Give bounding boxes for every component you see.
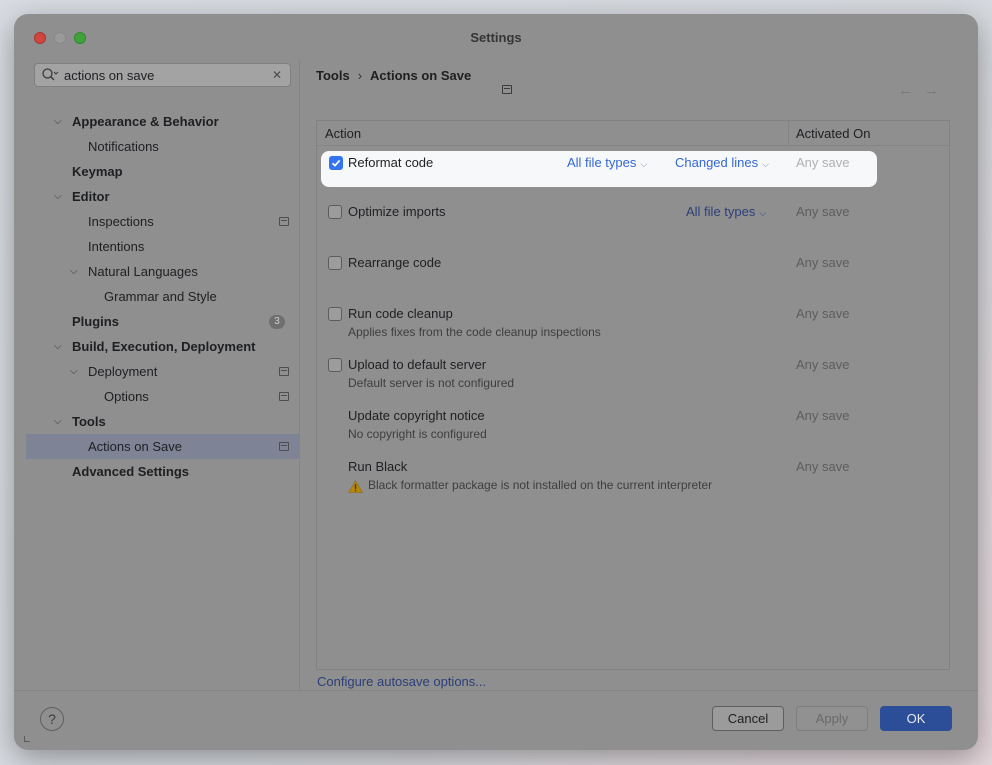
project-settings-icon xyxy=(279,392,289,401)
update-copyright-label: Update copyright notice xyxy=(348,408,485,423)
run-code-cleanup-label: Run code cleanup xyxy=(348,306,453,321)
reformat-file-types-dropdown[interactable]: All file types ⌵ xyxy=(567,155,647,170)
run-code-cleanup-description: Applies fixes from the code cleanup insp… xyxy=(348,325,601,339)
column-divider[interactable] xyxy=(788,121,789,146)
breadcrumb: Tools › Actions on Save xyxy=(316,68,471,83)
warning-icon xyxy=(348,480,363,493)
plugins-count-badge: 3 xyxy=(269,315,285,329)
column-header-action[interactable]: Action xyxy=(325,126,361,141)
run-code-cleanup-checkbox[interactable] xyxy=(328,307,342,321)
settings-window: Settings actions on save ✕ ⌵ Appearance … xyxy=(14,14,978,750)
sidebar-item-notifications[interactable]: Notifications xyxy=(26,134,299,159)
run-black-label: Run Black xyxy=(348,459,408,474)
resize-handle[interactable] xyxy=(24,736,30,742)
cancel-button[interactable]: Cancel xyxy=(712,706,784,731)
sidebar-item-deployment[interactable]: ⌵ Deployment xyxy=(26,359,299,384)
apply-button[interactable]: Apply xyxy=(796,706,868,731)
upload-default-server-description: Default server is not configured xyxy=(348,376,515,390)
activated-on-value[interactable]: Any save xyxy=(796,408,849,423)
sidebar-item-build-execution-deployment[interactable]: ⌵ Build, Execution, Deployment xyxy=(26,334,299,359)
rearrange-code-checkbox[interactable] xyxy=(328,256,342,270)
search-icon xyxy=(42,68,59,81)
breadcrumb-tools[interactable]: Tools xyxy=(316,68,350,83)
chevron-down-icon: ⌵ xyxy=(759,208,767,218)
actions-table: Action Activated On Reformat code All fi… xyxy=(316,120,950,670)
sidebar-item-keymap[interactable]: Keymap xyxy=(26,159,299,184)
settings-content: Tools › Actions on Save ← → Action Activat… xyxy=(300,60,978,690)
upload-default-server-checkbox[interactable] xyxy=(328,358,342,372)
project-settings-icon xyxy=(279,217,289,226)
window-title: Settings xyxy=(470,30,522,45)
table-row-upload-default-server[interactable]: Upload to default server Default server … xyxy=(317,349,949,400)
table-row-optimize-imports[interactable]: Optimize imports All file types ⌵ Any sav… xyxy=(317,196,949,247)
table-row-run-black[interactable]: Run Black Black formatter package is not… xyxy=(317,451,949,502)
activated-on-value[interactable]: Any save xyxy=(796,357,849,372)
sidebar-item-grammar-style[interactable]: Grammar and Style xyxy=(26,284,299,309)
sidebar-item-intentions[interactable]: Intentions xyxy=(26,234,299,259)
rearrange-code-label: Rearrange code xyxy=(348,255,442,270)
chevron-down-icon[interactable]: ⌵ xyxy=(70,359,82,384)
activated-on-value[interactable]: Any save xyxy=(796,255,849,270)
sidebar-item-options[interactable]: Options xyxy=(26,384,299,409)
sidebar-item-editor[interactable]: ⌵ Editor xyxy=(26,184,299,209)
table-row-rearrange-code[interactable]: Rearrange code Any save xyxy=(317,247,949,298)
sidebar-item-appearance-behavior[interactable]: ⌵ Appearance & Behavior xyxy=(26,109,299,134)
chevron-down-icon: ⌵ xyxy=(640,159,648,169)
back-arrow-icon[interactable]: ← xyxy=(898,82,913,99)
sidebar-item-tools[interactable]: ⌵ Tools xyxy=(26,409,299,434)
table-row-reformat-code[interactable]: Reformat code All file types ⌵ Changed li… xyxy=(321,151,877,187)
sidebar-item-actions-on-save[interactable]: Actions on Save xyxy=(26,434,299,459)
chevron-down-icon[interactable]: ⌵ xyxy=(54,409,66,434)
run-black-description: Black formatter package is not installed… xyxy=(368,478,713,492)
ok-button[interactable]: OK xyxy=(880,706,952,731)
project-settings-icon xyxy=(279,442,289,451)
upload-default-server-label: Upload to default server xyxy=(348,357,487,372)
breadcrumb-separator: › xyxy=(357,68,363,83)
sidebar-item-advanced-settings[interactable]: Advanced Settings xyxy=(26,459,299,484)
chevron-down-icon[interactable]: ⌵ xyxy=(70,259,82,284)
update-copyright-description: No copyright is configured xyxy=(348,427,487,441)
chevron-down-icon[interactable]: ⌵ xyxy=(54,109,66,134)
sidebar-item-inspections[interactable]: Inspections xyxy=(26,209,299,234)
table-row-run-code-cleanup[interactable]: Run code cleanup Applies fixes from the … xyxy=(317,298,949,349)
sidebar-item-natural-languages[interactable]: ⌵ Natural Languages xyxy=(26,259,299,284)
reformat-code-label: Reformat code xyxy=(348,155,434,170)
dialog-footer: ? Cancel Apply OK xyxy=(14,690,978,750)
settings-sidebar: actions on save ✕ ⌵ Appearance & Behavio… xyxy=(26,60,299,690)
activated-on-value[interactable]: Any save xyxy=(796,155,849,170)
help-button[interactable]: ? xyxy=(40,707,64,731)
activated-on-value[interactable]: Any save xyxy=(796,459,849,474)
table-row-update-copyright[interactable]: Update copyright notice No copyright is … xyxy=(317,400,949,451)
table-header: Action Activated On xyxy=(317,121,949,146)
forward-arrow-icon[interactable]: → xyxy=(924,82,939,99)
close-icon[interactable]: ✕ xyxy=(272,68,282,82)
settings-search-field[interactable]: actions on save ✕ xyxy=(34,63,291,87)
optimize-imports-label: Optimize imports xyxy=(348,204,446,219)
sidebar-item-plugins[interactable]: Plugins 3 xyxy=(26,309,299,334)
search-input[interactable]: actions on save xyxy=(64,68,154,83)
configure-autosave-link[interactable]: Configure autosave options... xyxy=(317,674,486,689)
activated-on-value[interactable]: Any save xyxy=(796,204,849,219)
optimize-file-types-dropdown[interactable]: All file types ⌵ xyxy=(686,204,766,219)
chevron-down-icon[interactable]: ⌵ xyxy=(54,184,66,209)
title-bar: Settings xyxy=(14,14,978,60)
breadcrumb-current: Actions on Save xyxy=(370,68,472,83)
chevron-down-icon: ⌵ xyxy=(762,159,769,169)
reformat-code-checkbox[interactable] xyxy=(329,156,343,170)
optimize-imports-checkbox[interactable] xyxy=(328,205,342,219)
reformat-changed-lines-dropdown[interactable]: Changed lines ⌵ xyxy=(675,155,769,170)
column-header-activated-on[interactable]: Activated On xyxy=(796,126,870,141)
activated-on-value[interactable]: Any save xyxy=(796,306,849,321)
project-settings-icon xyxy=(502,85,512,94)
checkmark-icon xyxy=(331,159,341,167)
chevron-down-icon[interactable]: ⌵ xyxy=(54,334,66,359)
project-settings-icon xyxy=(279,367,289,376)
